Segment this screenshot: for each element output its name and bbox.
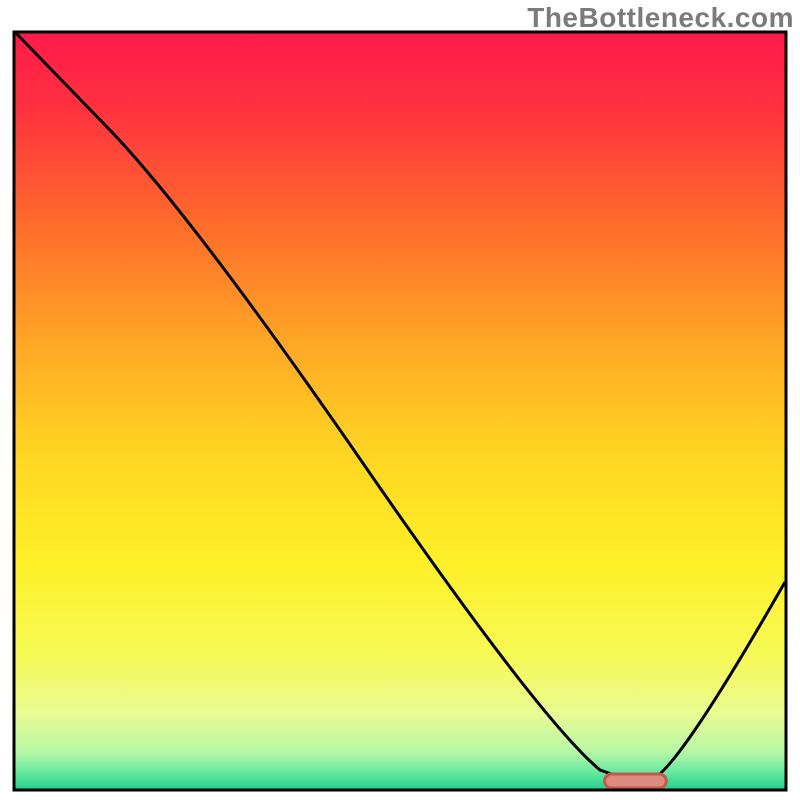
chart-root: TheBottleneck.com — [0, 0, 800, 800]
bottleneck-chart — [0, 0, 800, 800]
optimal-range-marker — [605, 774, 667, 788]
watermark-text: TheBottleneck.com — [527, 2, 794, 34]
plot-background — [14, 32, 786, 790]
